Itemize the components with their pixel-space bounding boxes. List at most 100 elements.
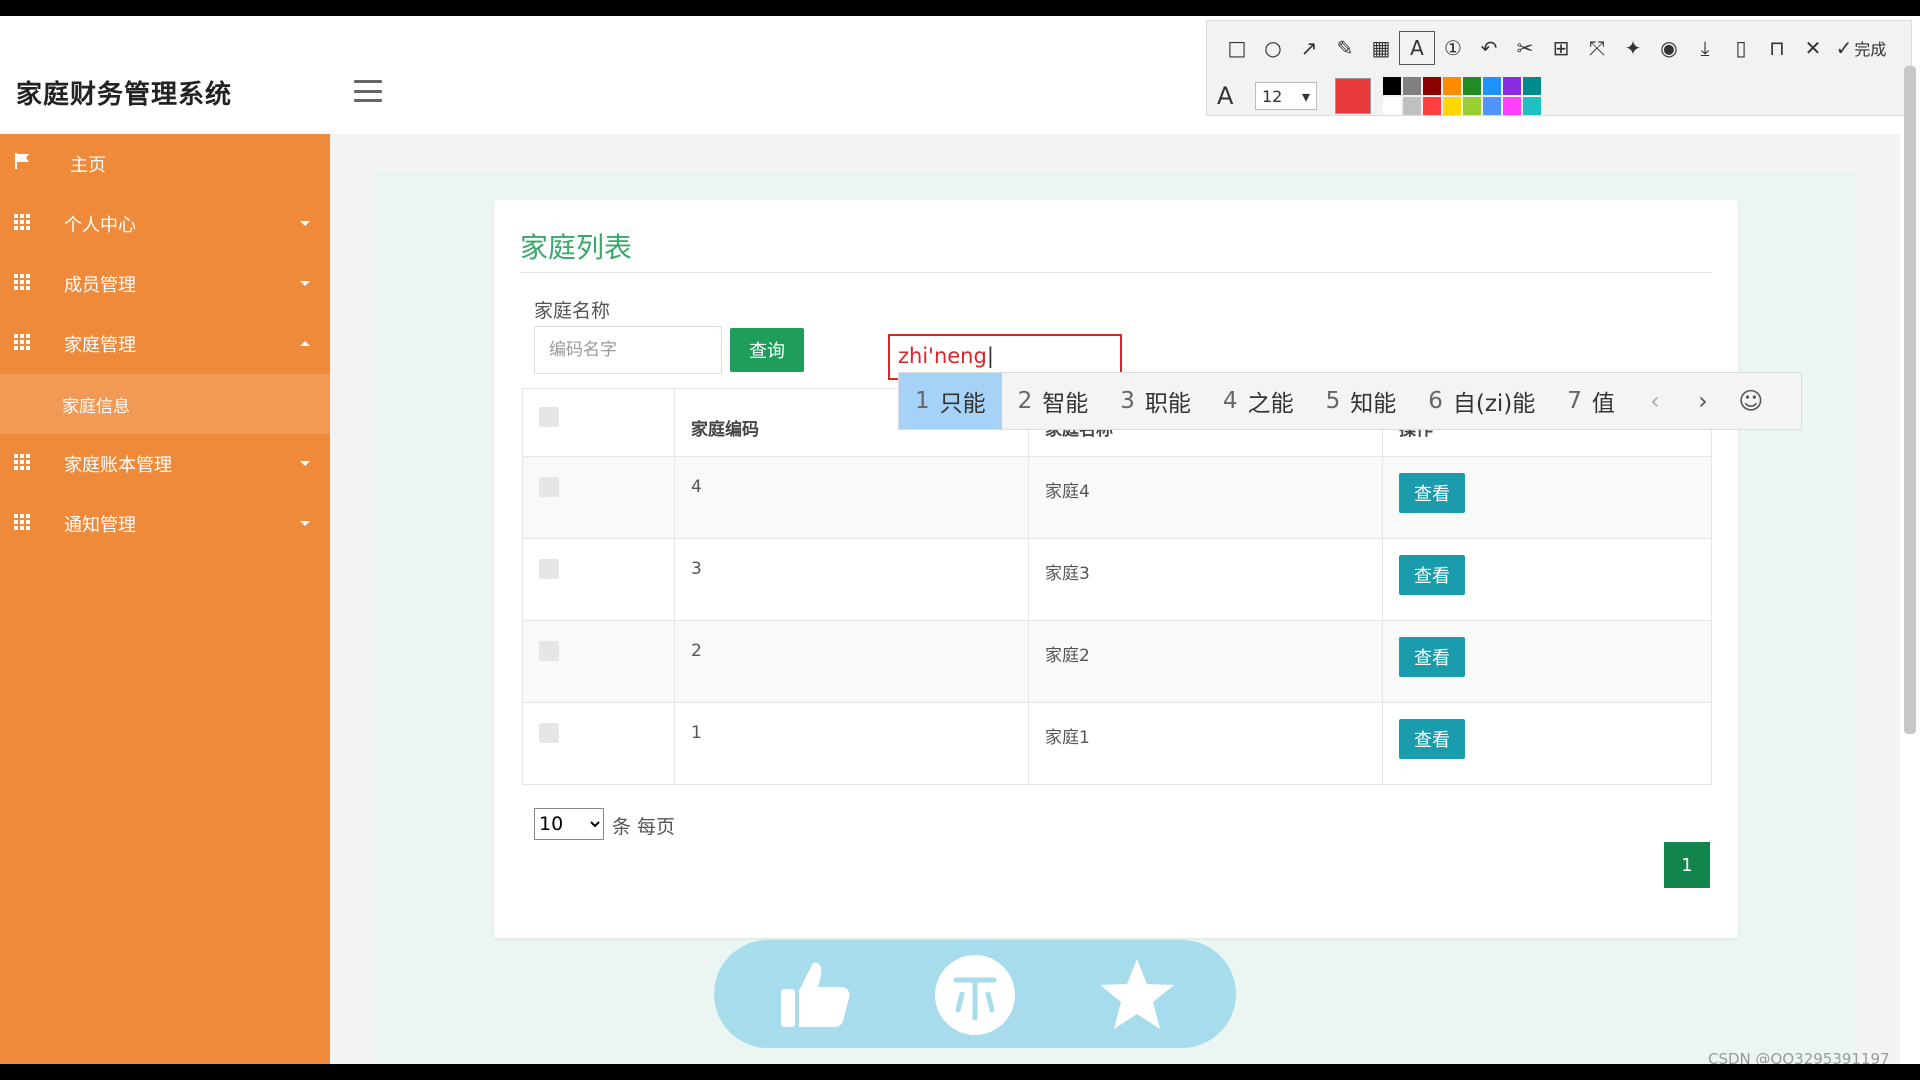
download-icon[interactable]: ⤓ <box>1687 31 1723 65</box>
table-row: 4 家庭4 查看 <box>522 456 1712 539</box>
row-checkbox[interactable] <box>539 559 559 579</box>
divider <box>520 272 1712 273</box>
ime-candidate[interactable]: 4 之能 <box>1207 373 1310 429</box>
flag-icon <box>15 153 29 169</box>
row-checkbox[interactable] <box>539 641 559 661</box>
row-checkbox[interactable] <box>539 723 559 743</box>
sidebar-item-home[interactable]: 主页 <box>0 134 330 194</box>
color-swatch[interactable] <box>1423 97 1441 115</box>
color-swatch[interactable] <box>1523 97 1541 115</box>
font-size-select[interactable]: 12 ▾ <box>1255 82 1317 110</box>
chevron-down-icon: ▾ <box>1301 86 1310 106</box>
ocr-icon[interactable]: ⤧ <box>1579 31 1615 65</box>
caret-down-icon <box>300 221 310 226</box>
color-swatch[interactable] <box>1383 97 1401 115</box>
color-swatch[interactable] <box>1463 77 1481 95</box>
color-swatch[interactable] <box>1483 97 1501 115</box>
menu-toggle-icon[interactable] <box>354 80 382 102</box>
current-color-swatch[interactable] <box>1335 78 1371 114</box>
undo-icon[interactable]: ↶ <box>1471 31 1507 65</box>
bookmark-icon[interactable]: ⊓ <box>1759 31 1795 65</box>
candidate-text: 智能 <box>1042 391 1089 417</box>
candidate-text: 值 <box>1591 391 1615 417</box>
color-palette <box>1383 77 1541 115</box>
rectangle-tool-icon[interactable]: □ <box>1219 31 1255 65</box>
sidebar-item-personal[interactable]: 个人中心 <box>0 194 330 254</box>
font-size-value: 12 <box>1262 86 1283 106</box>
candidate-text: 职能 <box>1144 391 1191 417</box>
sidebar-item-ledger[interactable]: 家庭账本管理 <box>0 434 330 494</box>
arrow-tool-icon[interactable]: ↗ <box>1291 31 1327 65</box>
view-button[interactable]: 查看 <box>1399 719 1465 759</box>
ime-candidate[interactable]: 7值 <box>1551 373 1631 429</box>
select-all-checkbox[interactable] <box>539 407 559 427</box>
mosaic-tool-icon[interactable]: ▦ <box>1363 31 1399 65</box>
cut-icon[interactable]: ✂ <box>1507 31 1543 65</box>
ime-candidate-panel: 1 只能 2 智能 3 职能 4 之能 5 知能 6 自(zi)能 7值 ‹ › ☺ <box>898 372 1802 430</box>
view-button[interactable]: 查看 <box>1399 555 1465 595</box>
text-tool-icon[interactable]: A <box>1399 31 1435 65</box>
color-swatch[interactable] <box>1443 97 1461 115</box>
ime-prev-page-icon[interactable]: ‹ <box>1631 373 1679 429</box>
sidebar-item-notice[interactable]: 通知管理 <box>0 494 330 554</box>
record-icon[interactable]: ◉ <box>1651 31 1687 65</box>
color-swatch[interactable] <box>1523 77 1541 95</box>
ime-candidate[interactable]: 2 智能 <box>1002 373 1105 429</box>
app-title: 家庭财务管理系统 <box>16 80 233 110</box>
candidate-number: 5 <box>1325 388 1341 414</box>
coin-button[interactable] <box>934 954 1016 1036</box>
translate-icon[interactable]: ⊞ <box>1543 31 1579 65</box>
view-button[interactable]: 查看 <box>1399 637 1465 677</box>
candidate-number: 1 <box>915 388 930 414</box>
number-tool-icon[interactable]: ① <box>1435 31 1471 65</box>
device-icon[interactable]: ▯ <box>1723 31 1759 65</box>
family-name-cell: 家庭4 <box>1028 456 1383 539</box>
pin-icon[interactable]: ✦ <box>1615 31 1651 65</box>
color-swatch[interactable] <box>1403 77 1421 95</box>
ellipse-tool-icon[interactable]: ○ <box>1255 31 1291 65</box>
vertical-scrollbar[interactable] <box>1904 66 1916 734</box>
like-button[interactable] <box>772 954 854 1036</box>
family-table: 家庭编码 家庭名称 操作 4 家庭4 查看 3 家庭3 查看 2 家庭2 查看 … <box>522 388 1712 785</box>
table-row: 1 家庭1 查看 <box>522 702 1712 785</box>
search-input[interactable] <box>534 326 722 374</box>
row-checkbox[interactable] <box>539 477 559 497</box>
table-row: 3 家庭3 查看 <box>522 538 1712 621</box>
color-swatch[interactable] <box>1503 77 1521 95</box>
pen-tool-icon[interactable]: ✎ <box>1327 31 1363 65</box>
close-icon[interactable]: ✕ <box>1795 31 1831 65</box>
grid-icon <box>14 274 32 290</box>
query-button[interactable]: 查询 <box>730 328 804 372</box>
caret-down-icon <box>300 461 310 466</box>
emoji-icon[interactable]: ☺ <box>1727 373 1775 429</box>
view-button[interactable]: 查看 <box>1399 473 1465 513</box>
sidebar-item-family[interactable]: 家庭管理 <box>0 314 330 374</box>
color-swatch[interactable] <box>1463 97 1481 115</box>
page-button-current[interactable]: 1 <box>1664 842 1710 888</box>
ime-candidate[interactable]: 1 只能 <box>899 373 1002 429</box>
color-swatch[interactable] <box>1383 77 1401 95</box>
action-cell: 查看 <box>1382 456 1712 539</box>
family-name-cell: 家庭1 <box>1028 702 1383 785</box>
ime-candidate[interactable]: 6 自(zi)能 <box>1412 373 1551 429</box>
sidebar-subitem-label: 家庭信息 <box>62 397 130 417</box>
candidate-number: 3 <box>1120 388 1135 414</box>
color-swatch[interactable] <box>1403 97 1421 115</box>
done-button[interactable]: ✓ 完成 <box>1831 31 1891 65</box>
sidebar-subitem-family-info[interactable]: 家庭信息 <box>0 374 330 434</box>
top-black-border <box>0 0 1920 16</box>
candidate-number: 6 <box>1428 388 1443 414</box>
favorite-button[interactable] <box>1096 954 1178 1036</box>
color-swatch[interactable] <box>1443 77 1461 95</box>
ime-candidate[interactable]: 3 职能 <box>1104 373 1207 429</box>
page-size-select[interactable]: 10 <box>534 808 604 840</box>
sidebar-item-label: 主页 <box>70 155 106 176</box>
table-row: 2 家庭2 查看 <box>522 620 1712 703</box>
color-swatch[interactable] <box>1503 97 1521 115</box>
row-checkbox-cell <box>522 702 675 785</box>
color-swatch[interactable] <box>1483 77 1501 95</box>
ime-candidate[interactable]: 5 知能 <box>1310 373 1413 429</box>
color-swatch[interactable] <box>1423 77 1441 95</box>
sidebar-item-members[interactable]: 成员管理 <box>0 254 330 314</box>
ime-next-page-icon[interactable]: › <box>1679 373 1727 429</box>
